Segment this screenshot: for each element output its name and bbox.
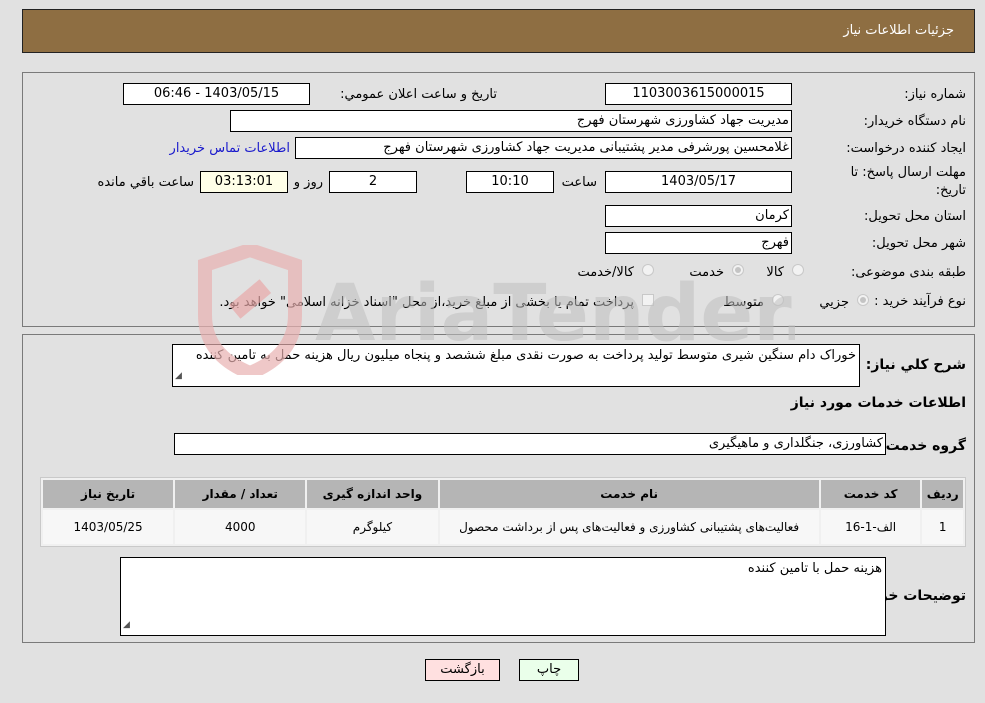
deadline-time-label: ساعت (561, 175, 597, 190)
deadline-time-field[interactable]: 10:10 (466, 171, 554, 193)
buyer-notes-field[interactable]: هزینه حمل با تامین کننده ◢ (120, 557, 886, 636)
back-button[interactable]: بازگشت (425, 659, 500, 681)
cell-need-date: 1403/05/25 (43, 510, 174, 544)
purchase-option-medium: متوسط (723, 295, 764, 310)
services-section-title: اطلاعات خدمات مورد نیاز (790, 395, 966, 411)
purchase-radio-medium[interactable] (772, 294, 784, 306)
remaining-time-label: ساعت باقي مانده (97, 175, 194, 190)
treasury-checkbox[interactable] (642, 294, 654, 306)
cell-row-number: 1 (922, 510, 963, 544)
buyer-contact-link[interactable]: اطلاعات تماس خریدار (170, 141, 290, 156)
province-label: استان محل تحویل: (864, 209, 966, 224)
col-header-need-date: تاریخ نیاز (43, 480, 174, 508)
table-header-row: ردیف کد خدمت نام خدمت واحد اندازه گیری ت… (43, 480, 963, 508)
deadline-label-line1: مهلت ارسال پاسخ: تا (850, 165, 966, 180)
remaining-days-field[interactable]: 2 (329, 171, 417, 193)
buyer-org-label: نام دستگاه خريدار: (863, 114, 966, 129)
category-option-goods-service: کالا/خدمت (577, 265, 634, 280)
general-desc-text: خوراک دام سنگین شیری متوسط تولید پرداخت … (195, 348, 856, 363)
treasury-label: پرداخت تمام یا بخشی از مبلغ خرید،از محل … (219, 295, 634, 310)
resize-grip-icon[interactable]: ◢ (123, 617, 130, 634)
category-label: طبقه بندی موضوعی: (850, 265, 966, 280)
services-table: ردیف کد خدمت نام خدمت واحد اندازه گیری ت… (40, 477, 966, 547)
city-label: شهر محل تحویل: (871, 236, 966, 251)
table-row: 1 الف-1-16 فعالیت‌های پشتیبانی کشاورزی و… (43, 510, 963, 544)
need-info-panel: شماره نیاز: 1103003615000015 تاریخ و ساع… (22, 72, 975, 327)
city-field[interactable]: فهرج (605, 232, 792, 254)
purchase-radio-minor[interactable] (857, 294, 869, 306)
col-header-service-name: نام خدمت (439, 480, 819, 508)
buyer-notes-text: هزینه حمل با تامین کننده (747, 561, 882, 576)
deadline-date-field[interactable]: 1403/05/17 (605, 171, 792, 193)
cell-service-name: فعالیت‌های پشتیبانی کشاورزی و فعالیت‌های… (439, 510, 819, 544)
service-group-label: گروه خدمت: (880, 438, 966, 454)
deadline-label-line2: تاریخ: (935, 183, 966, 198)
need-number-label: شماره نیاز: (904, 87, 966, 102)
page-title: جزئیات اطلاعات نیاز (843, 23, 954, 38)
general-desc-label: شرح کلي نياز: (865, 357, 966, 373)
buyer-org-field[interactable]: مدیریت جهاد کشاورزی شهرستان فهرج (230, 110, 792, 132)
category-radio-goods[interactable] (792, 264, 804, 276)
service-details-panel: شرح کلي نياز: خوراک دام سنگین شیری متوسط… (22, 334, 975, 643)
col-header-service-code: کد خدمت (820, 480, 921, 508)
category-radio-goods-service[interactable] (642, 264, 654, 276)
days-label: روز و (293, 175, 323, 190)
cell-unit: کیلوگرم (307, 510, 438, 544)
cell-service-code: الف-1-16 (820, 510, 921, 544)
cell-quantity: 4000 (175, 510, 306, 544)
service-group-field[interactable]: کشاورزی، جنگلداری و ماهیگیری (174, 433, 886, 455)
purchase-option-minor: جزيي (819, 295, 849, 310)
resize-grip-icon[interactable]: ◢ (175, 368, 182, 385)
general-desc-field[interactable]: خوراک دام سنگین شیری متوسط تولید پرداخت … (172, 344, 860, 387)
category-option-service: خدمت (689, 265, 724, 280)
category-radio-service[interactable] (732, 264, 744, 276)
purchase-type-label: نوع فرآیند خرید : (874, 294, 966, 309)
requester-label: ایجاد کننده درخواست: (846, 141, 966, 156)
col-header-quantity: تعداد / مقدار (175, 480, 306, 508)
requester-field[interactable]: غلامحسین پورشرفی مدیر پشتیبانی مدیریت جه… (295, 137, 792, 159)
announce-datetime-label: تاریخ و ساعت اعلان عمومي: (340, 87, 497, 102)
print-button[interactable]: چاپ (519, 659, 579, 681)
col-header-row-number: ردیف (922, 480, 963, 508)
remaining-time-field: 03:13:01 (200, 171, 288, 193)
col-header-unit: واحد اندازه گیری (307, 480, 438, 508)
need-number-field[interactable]: 1103003615000015 (605, 83, 792, 105)
province-field[interactable]: کرمان (605, 205, 792, 227)
announce-datetime-field[interactable]: 1403/05/15 - 06:46 (123, 83, 310, 105)
category-option-goods: کالا (766, 265, 784, 280)
page-header: جزئیات اطلاعات نیاز (22, 9, 975, 53)
